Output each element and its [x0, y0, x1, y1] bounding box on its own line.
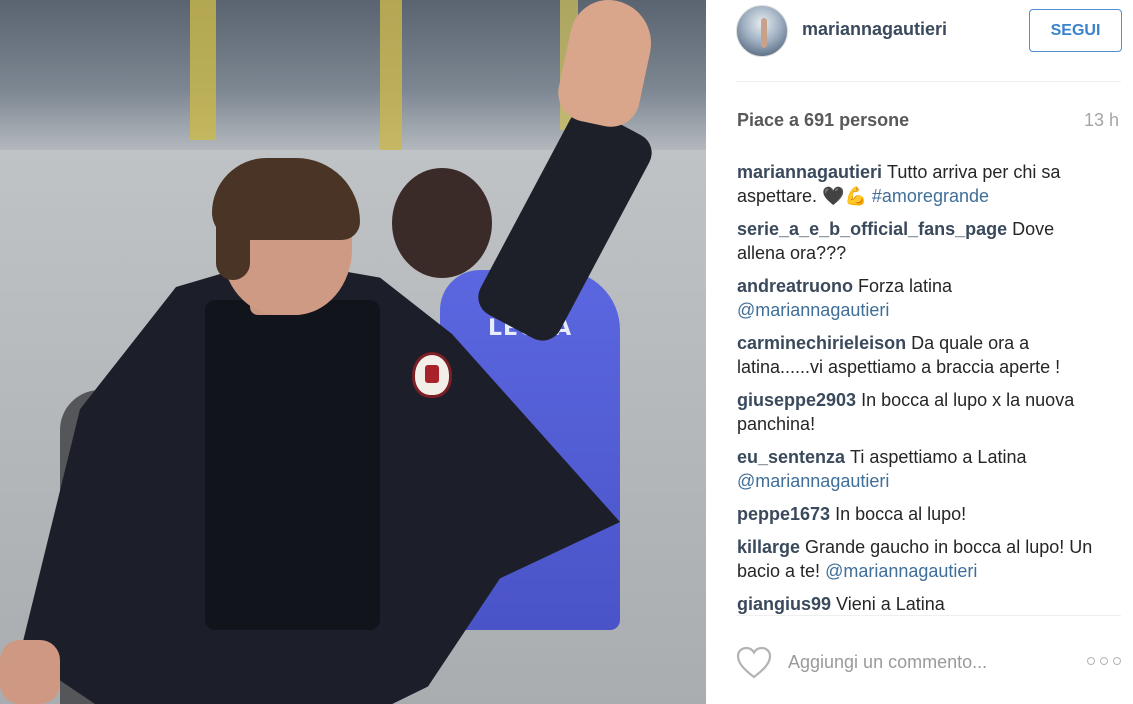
list-item: andreatruono Forza latina @mariannagautie… — [737, 274, 1107, 322]
comment-username[interactable]: carminechirieleison — [737, 333, 906, 353]
comment-username[interactable]: giangius99 — [737, 594, 831, 614]
follow-button[interactable]: SEGUI — [1029, 9, 1122, 52]
comment-text: Ti aspettiamo a Latina — [850, 447, 1027, 467]
list-item: serie_a_e_b_official_fans_page Dove allen… — [737, 217, 1107, 265]
likes-count[interactable]: Piace a 691 persone — [737, 110, 909, 131]
heart-icon[interactable] — [736, 646, 772, 680]
post-timestamp[interactable]: 13 h — [1084, 110, 1119, 131]
list-item: mariannagautieri Tutto arriva per chi sa … — [737, 160, 1107, 208]
post-side-panel: mariannagautieri SEGUI Piace a 691 perso… — [706, 0, 1133, 704]
comment-text: Forza latina — [858, 276, 953, 296]
author-username[interactable]: mariannagautieri — [802, 19, 947, 40]
more-options-button[interactable] — [1087, 654, 1121, 668]
stadium-pillar — [190, 0, 216, 140]
comment-input[interactable] — [788, 648, 1068, 676]
comment-text: Vieni a Latina — [836, 594, 945, 614]
comment-username[interactable]: andreatruono — [737, 276, 853, 296]
coach-sweater — [205, 300, 380, 630]
dot-icon — [1087, 657, 1095, 665]
comment-username[interactable]: eu_sentenza — [737, 447, 845, 467]
comment-text: In bocca al lupo! — [835, 504, 967, 524]
comment-username[interactable]: serie_a_e_b_official_fans_page — [737, 219, 1007, 239]
club-crest-badge — [412, 352, 452, 398]
coach-lower-hand — [0, 640, 60, 704]
dot-icon — [1113, 657, 1121, 665]
dot-icon — [1100, 657, 1108, 665]
comment-username[interactable]: mariannagautieri — [737, 162, 882, 182]
list-item: giuseppe2903 In bocca al lupo x la nuova … — [737, 388, 1107, 436]
list-item: killarge Grande gaucho in bocca al lupo! … — [737, 535, 1107, 583]
list-item: carminechirieleison Da quale ora a latina… — [737, 331, 1107, 379]
list-item: giangius99 Vieni a Latina — [737, 592, 1107, 615]
coach-hair-side — [216, 190, 250, 280]
list-item: peppe1673 In bocca al lupo! — [737, 502, 1107, 526]
list-item: eu_sentenza Ti aspettiamo a Latina @maria… — [737, 445, 1107, 493]
comment-username[interactable]: killarge — [737, 537, 800, 557]
comment-username[interactable]: giuseppe2903 — [737, 390, 856, 410]
likes-row: Piace a 691 persone 13 h — [737, 110, 1119, 134]
stadium-pillar — [380, 0, 402, 150]
mention-link[interactable]: @mariannagautieri — [825, 561, 977, 581]
background-player-head — [392, 168, 492, 278]
comment-username[interactable]: peppe1673 — [737, 504, 830, 524]
post-photo[interactable]: LEGEA — [0, 0, 706, 704]
mention-link[interactable]: @mariannagautieri — [737, 471, 889, 491]
comment-footer — [736, 615, 1121, 704]
post-header: mariannagautieri SEGUI — [736, 0, 1122, 82]
mention-link[interactable]: @mariannagautieri — [737, 300, 889, 320]
avatar[interactable] — [736, 5, 788, 57]
hashtag-link[interactable]: #amoregrande — [872, 186, 989, 206]
comments-list[interactable]: mariannagautieri Tutto arriva per chi sa … — [737, 160, 1107, 615]
